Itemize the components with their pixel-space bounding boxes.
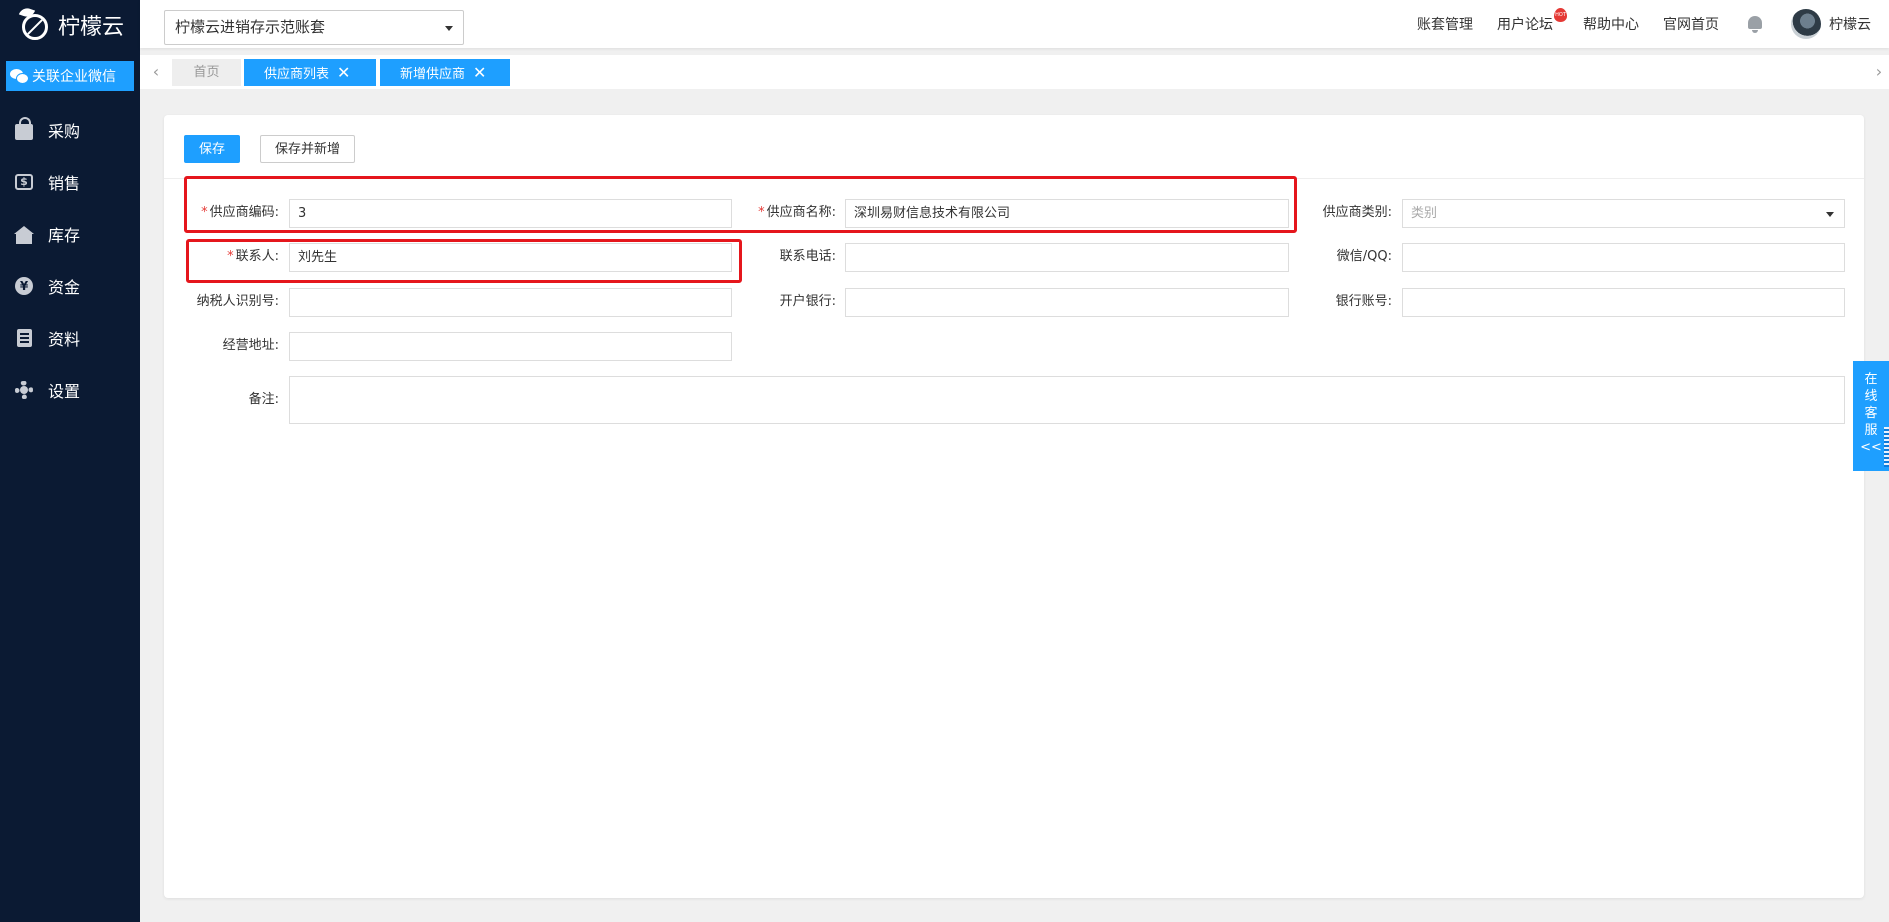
online-service-char: 线 <box>1864 389 1878 404</box>
sidebar-nav: 采购 $ 销售 库存 ¥ 资金 资料 设置 <box>0 104 140 416</box>
bell-icon[interactable] <box>1747 15 1763 33</box>
close-icon[interactable]: ✕ <box>473 59 486 86</box>
link-wework-label: 关联企业微信 <box>32 69 116 85</box>
sidebar-item-label: 资金 <box>48 278 81 297</box>
top-links: 账套管理 用户论坛 HOT 帮助中心 官网首页 柠檬云 <box>1393 0 1871 48</box>
tax-id-label: 纳税人识别号: <box>196 294 279 309</box>
online-service-tab[interactable]: 在 线 客 服 << <box>1853 361 1889 471</box>
sidebar-item-funds[interactable]: ¥ 资金 <box>0 260 140 312</box>
sidebar-item-settings[interactable]: 设置 <box>0 364 140 416</box>
tab-home[interactable]: 首页 <box>172 59 241 86</box>
warehouse-icon <box>14 224 34 244</box>
save-button[interactable]: 保存 <box>184 135 241 163</box>
account-no-label: 银行账号: <box>1335 294 1392 309</box>
new-supplier-form-panel: 保存 保存并新增 * 供应商编码: 3 * 供应商名称: 深圳易财信息技术有限公司 … <box>164 115 1864 898</box>
caret-down-icon <box>1826 212 1834 217</box>
top-bar: 柠檬云进销存示范账套 账套管理 用户论坛 HOT 帮助中心 官网首页 柠檬云 <box>140 0 1889 48</box>
highlight-box <box>186 239 742 283</box>
app-logo[interactable]: 柠檬云 <box>0 0 140 50</box>
sidebar-item-purchase[interactable]: 采购 <box>0 104 140 156</box>
yen-coin-icon: ¥ <box>14 276 34 296</box>
forum-link-label: 用户论坛 <box>1497 17 1553 33</box>
online-service-char: 客 <box>1864 406 1878 421</box>
link-wework-button[interactable]: 关联企业微信 <box>6 61 134 91</box>
help-center-link[interactable]: 帮助中心 <box>1583 14 1639 34</box>
supplier-category-placeholder: 类别 <box>1411 206 1438 221</box>
avatar[interactable] <box>1791 9 1821 39</box>
form-row-3: 纳税人识别号: 开户银行: 银行账号: <box>164 288 1864 317</box>
phone-input[interactable] <box>845 243 1289 272</box>
address-label: 经营地址: <box>222 338 279 353</box>
online-service-char: 在 <box>1864 372 1878 387</box>
sidebar-item-label: 资料 <box>48 330 81 349</box>
account-mgmt-link[interactable]: 账套管理 <box>1417 14 1473 34</box>
account-select-value: 柠檬云进销存示范账套 <box>175 18 326 36</box>
forum-link[interactable]: 用户论坛 HOT <box>1497 8 1567 34</box>
lemon-logo-icon <box>18 5 52 42</box>
gear-icon <box>14 380 34 400</box>
form-row-4: 经营地址: <box>164 332 1864 361</box>
sidebar-item-label: 销售 <box>48 174 81 193</box>
remark-label: 备注: <box>248 392 279 407</box>
wechat-qq-input[interactable] <box>1402 243 1845 272</box>
sidebar-item-label: 库存 <box>48 226 81 245</box>
close-icon[interactable]: ✕ <box>337 59 350 86</box>
supplier-category-select[interactable]: 类别 <box>1402 199 1845 228</box>
hot-badge-icon: HOT <box>1554 8 1567 22</box>
tab-label: 供应商列表 <box>264 67 330 82</box>
save-and-new-button[interactable]: 保存并新增 <box>260 135 356 163</box>
official-site-link[interactable]: 官网首页 <box>1663 14 1719 34</box>
account-no-input[interactable] <box>1402 288 1845 317</box>
address-input[interactable] <box>289 332 732 361</box>
form-toolbar: 保存 保存并新增 <box>164 115 1864 179</box>
tab-supplier-list[interactable]: 供应商列表 ✕ <box>244 59 376 86</box>
sidebar-item-data[interactable]: 资料 <box>0 312 140 364</box>
bank-input[interactable] <box>845 288 1289 317</box>
money-icon: $ <box>14 172 34 192</box>
account-select[interactable]: 柠檬云进销存示范账套 <box>164 10 464 45</box>
sidebar-item-label: 设置 <box>48 382 81 401</box>
drag-handle[interactable] <box>1884 427 1889 467</box>
bank-label: 开户银行: <box>779 294 836 309</box>
sidebar: 柠檬云 关联企业微信 采购 $ 销售 库存 ¥ 资金 资料 设置 <box>0 0 140 922</box>
user-name[interactable]: 柠檬云 <box>1829 14 1871 34</box>
tab-label: 新增供应商 <box>400 67 466 82</box>
tabs-next-arrow-icon[interactable]: › <box>1869 55 1889 89</box>
wechat-qq-label: 微信/QQ: <box>1336 249 1392 264</box>
tabs-bar: ‹ 首页 供应商列表 ✕ 新增供应商 ✕ › <box>140 55 1889 89</box>
sidebar-item-label: 采购 <box>48 122 81 141</box>
logo-text: 柠檬云 <box>58 15 125 40</box>
supplier-category-label: 供应商类别: <box>1322 205 1392 220</box>
remark-textarea[interactable] <box>289 376 1845 424</box>
chat-bubble-icon <box>10 69 29 84</box>
document-icon <box>14 328 34 348</box>
caret-down-icon <box>445 26 453 31</box>
sidebar-item-sales[interactable]: $ 销售 <box>0 156 140 208</box>
tax-id-input[interactable] <box>289 288 732 317</box>
shopping-bag-icon <box>14 117 34 140</box>
phone-label: 联系电话: <box>779 249 836 264</box>
tabs-prev-arrow-icon[interactable]: ‹ <box>146 55 166 89</box>
sidebar-item-inventory[interactable]: 库存 <box>0 208 140 260</box>
tab-new-supplier[interactable]: 新增供应商 ✕ <box>380 59 510 86</box>
form-row-5: 备注: <box>164 376 1864 424</box>
highlight-box <box>184 176 1297 233</box>
